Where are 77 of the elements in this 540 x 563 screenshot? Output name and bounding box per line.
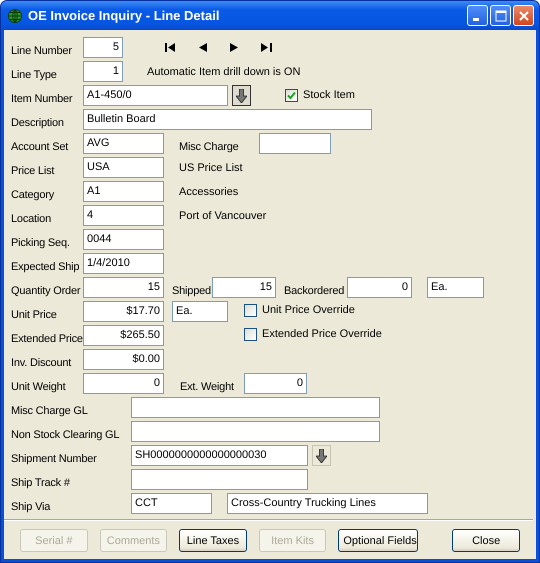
code-field[interactable]: 4 [83, 205, 164, 226]
field-label: Unit Price [11, 308, 58, 322]
misc-charge-field[interactable] [259, 133, 331, 154]
ship-track-field[interactable] [131, 469, 308, 490]
unit-of-measure-field[interactable]: Ea. [427, 277, 484, 298]
arrow-down-icon [316, 448, 327, 462]
account-field[interactable] [131, 397, 380, 418]
maximize-button[interactable] [490, 5, 511, 26]
code-field[interactable]: A1 [83, 181, 164, 202]
field-label: Line Number [11, 44, 73, 58]
inv-discount-field[interactable]: $0.00 [83, 349, 164, 370]
account-set-field[interactable]: AVG [83, 133, 164, 154]
field-label: Location [11, 212, 52, 226]
field-label: Expected Ship [11, 260, 80, 274]
ship-via-field[interactable]: CCT [131, 493, 212, 514]
ext-weight-field[interactable]: 0 [244, 373, 307, 394]
dialog-button[interactable]: Line Taxes [179, 529, 247, 552]
line-type-field[interactable]: 1 [83, 61, 123, 82]
override-checkbox[interactable]: Unit Price Override [244, 301, 355, 317]
stock-item-checkbox[interactable]: Stock Item [285, 85, 355, 102]
minimize-icon [472, 18, 478, 21]
field-label: Picking Seq. [11, 236, 71, 250]
description-field[interactable]: Bulletin Board [83, 109, 372, 130]
field-label: Description [11, 116, 65, 130]
field-label: Item Number [11, 92, 74, 106]
extended-price-field[interactable]: $265.50 [83, 325, 164, 346]
code-description: US Price List [179, 161, 243, 175]
drill-down-note: Automatic Item drill down is ON [147, 65, 300, 79]
input-field[interactable]: 1/4/2010 [83, 253, 164, 274]
override-checkbox[interactable]: Extended Price Override [244, 325, 382, 341]
field-label: Inv. Discount [11, 356, 72, 370]
field-label: Non Stock Clearing GL [11, 428, 120, 442]
field-label: Account Set [11, 140, 70, 154]
field-label: Shipment Number [11, 452, 98, 466]
field-label: Shipped [172, 284, 212, 298]
arrow-down-icon [236, 88, 247, 102]
check-icon [286, 90, 297, 100]
input-field[interactable]: 0044 [83, 229, 164, 250]
backordered-field[interactable]: 0 [347, 277, 412, 298]
minimize-button[interactable] [467, 5, 488, 26]
close-icon [518, 10, 530, 22]
shipment-number-field[interactable]: SH0000000000000000030 [131, 445, 308, 466]
last-record-icon[interactable] [261, 43, 272, 52]
quantity-order-field[interactable]: 15 [83, 277, 164, 298]
field-label: Ship Via [11, 500, 52, 514]
finder-button[interactable] [232, 85, 251, 106]
first-record-icon[interactable] [165, 43, 176, 52]
line-number-field[interactable]: 5 [83, 37, 123, 58]
window-title: OE Invoice Inquiry - Line Detail [28, 8, 220, 23]
close-button[interactable] [513, 5, 534, 26]
dialog-button[interactable]: Close [452, 529, 520, 552]
code-description: Port of Vancouver [179, 209, 266, 223]
field-label: Extended Price [11, 332, 83, 346]
field-label: Backordered [284, 284, 346, 298]
field-label: Price List [11, 164, 56, 178]
code-field[interactable]: USA [83, 157, 164, 178]
shipped-field[interactable]: 15 [212, 277, 276, 298]
previous-record-icon[interactable] [199, 43, 207, 52]
unit-price-field[interactable]: $17.70 [83, 301, 164, 322]
unit-weight-field[interactable]: 0 [83, 373, 164, 394]
field-label: Unit Weight [11, 380, 67, 394]
field-label: Misc Charge GL [11, 404, 89, 418]
next-record-icon[interactable] [230, 43, 238, 52]
field-label: Category [11, 188, 56, 202]
field-label: Misc Charge [179, 140, 240, 154]
field-label: Line Type [11, 68, 58, 82]
field-label: Ext. Weight [180, 380, 235, 394]
ship-via-name-field[interactable]: Cross-Country Trucking Lines [227, 493, 428, 514]
maximize-icon [494, 10, 506, 22]
field-label: Quantity Order [11, 284, 82, 298]
item-number-field[interactable]: A1-450/0 [83, 85, 228, 106]
field-label: Ship Track # [11, 476, 71, 490]
globe-icon [7, 8, 23, 24]
dialog-button[interactable]: Optional Fields [338, 529, 418, 552]
account-field[interactable] [131, 421, 380, 442]
unit-of-measure-field[interactable]: Ea. [172, 301, 228, 322]
code-description: Accessories [179, 185, 238, 199]
